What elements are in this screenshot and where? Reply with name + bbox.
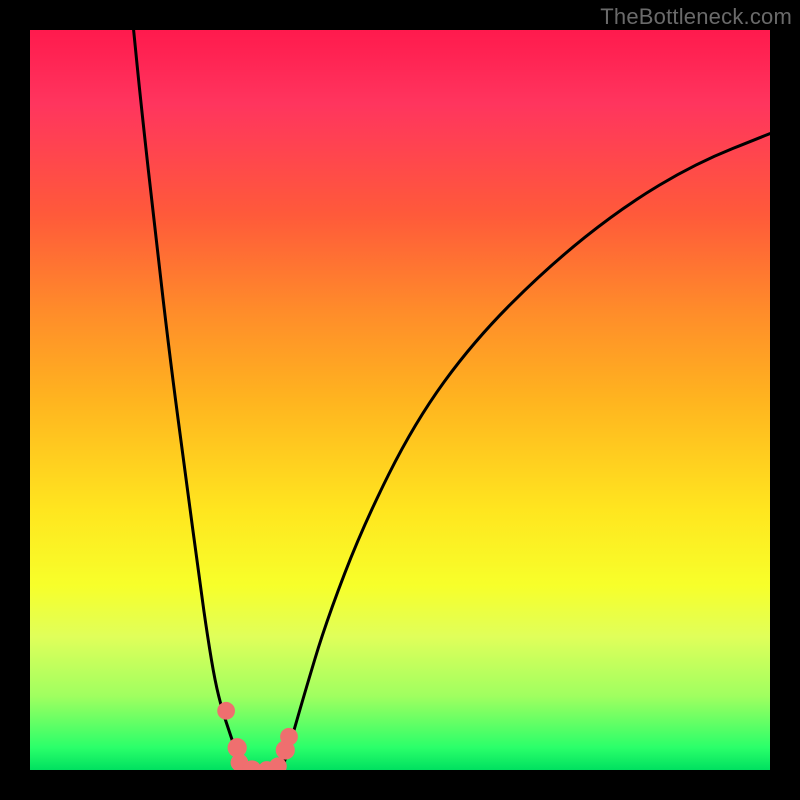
marker-7 — [280, 728, 298, 746]
chart-frame: TheBottleneck.com — [0, 0, 800, 800]
curve-layer — [134, 30, 770, 770]
series-left-branch — [134, 30, 245, 770]
series-right-branch — [282, 134, 770, 770]
plot-area — [30, 30, 770, 770]
curve-svg — [30, 30, 770, 770]
attribution-text: TheBottleneck.com — [600, 4, 792, 30]
marker-0 — [217, 702, 235, 720]
